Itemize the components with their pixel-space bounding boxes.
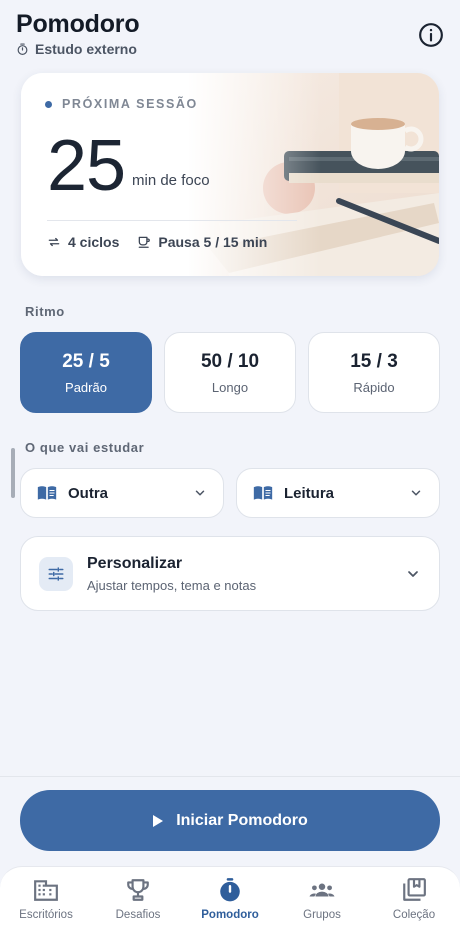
- study-label: O que vai estudar: [25, 440, 145, 455]
- repeat-icon: [48, 237, 60, 247]
- focus-unit: min de foco: [132, 172, 210, 189]
- activity-value: Leitura: [284, 484, 335, 502]
- divider: [0, 776, 460, 777]
- header: Pomodoro Estudo externo: [16, 8, 444, 62]
- subject-value: Outra: [68, 484, 109, 502]
- rhythm-option-rapido[interactable]: 15 / 3 Rápido: [308, 332, 440, 413]
- rhythm-option-padrao[interactable]: 25 / 5 Padrão: [20, 332, 152, 413]
- status-dot: [45, 100, 52, 108]
- customize-panel[interactable]: Personalizar Ajustar tempos, tema e nota…: [20, 536, 440, 611]
- rhythm-options: 25 / 5 Padrão 50 / 10 Longo 15 / 3 Rápid…: [20, 332, 440, 413]
- activity-select[interactable]: Leitura: [236, 468, 440, 518]
- page-title: Pomodoro: [16, 10, 140, 38]
- next-session-label: PRÓXIMA SESSÃO: [62, 97, 198, 111]
- info-icon[interactable]: [418, 22, 444, 48]
- rhythm-option-longo[interactable]: 50 / 10 Longo: [164, 332, 296, 413]
- chevron-down-icon: [411, 490, 421, 496]
- pause-info: Pausa 5 / 15 min: [137, 234, 267, 250]
- customize-title: Personalizar: [87, 554, 183, 572]
- study-selects: Outra Leitura: [20, 468, 440, 518]
- book-icon: [37, 486, 57, 500]
- chevron-down-icon: [195, 490, 205, 496]
- next-session-card: PRÓXIMA SESSÃO 25 min de foco 4 ciclos P…: [21, 73, 439, 276]
- timer-icon: [17, 42, 28, 55]
- collection-icon: [403, 878, 426, 901]
- coffee-icon: [139, 236, 151, 248]
- play-icon: [153, 814, 164, 827]
- subtitle-row: Estudo externo: [16, 41, 444, 57]
- subject-select[interactable]: Outra: [20, 468, 224, 518]
- nav-item-desafios[interactable]: Desafios: [98, 877, 178, 921]
- trophy-icon: [127, 879, 149, 901]
- nav-item-colecao[interactable]: Coleção: [374, 877, 454, 921]
- tune-icon-box: [39, 556, 73, 591]
- nav-item-escritorios[interactable]: Escritórios: [6, 877, 86, 921]
- building-icon: [34, 880, 58, 901]
- groups-icon: [309, 883, 335, 897]
- page-subtitle: Estudo externo: [35, 41, 137, 57]
- nav-item-pomodoro[interactable]: Pomodoro: [190, 877, 270, 921]
- book-icon: [253, 486, 273, 500]
- nav-item-grupos[interactable]: Grupos: [282, 877, 362, 921]
- cycles-info: 4 ciclos: [47, 234, 119, 250]
- stopwatch-icon: [220, 878, 240, 902]
- divider: [47, 220, 297, 221]
- customize-subtitle: Ajustar tempos, tema e notas: [87, 577, 257, 593]
- tune-icon: [48, 566, 64, 581]
- rhythm-label: Ritmo: [25, 304, 65, 319]
- focus-minutes: 25: [47, 126, 126, 206]
- start-pomodoro-button[interactable]: Iniciar Pomodoro: [20, 790, 440, 851]
- chevron-down-icon: [408, 570, 418, 577]
- scrollbar[interactable]: [11, 448, 15, 498]
- bottom-nav: Escritórios Desafios Pomodoro Grupos Col…: [0, 866, 460, 932]
